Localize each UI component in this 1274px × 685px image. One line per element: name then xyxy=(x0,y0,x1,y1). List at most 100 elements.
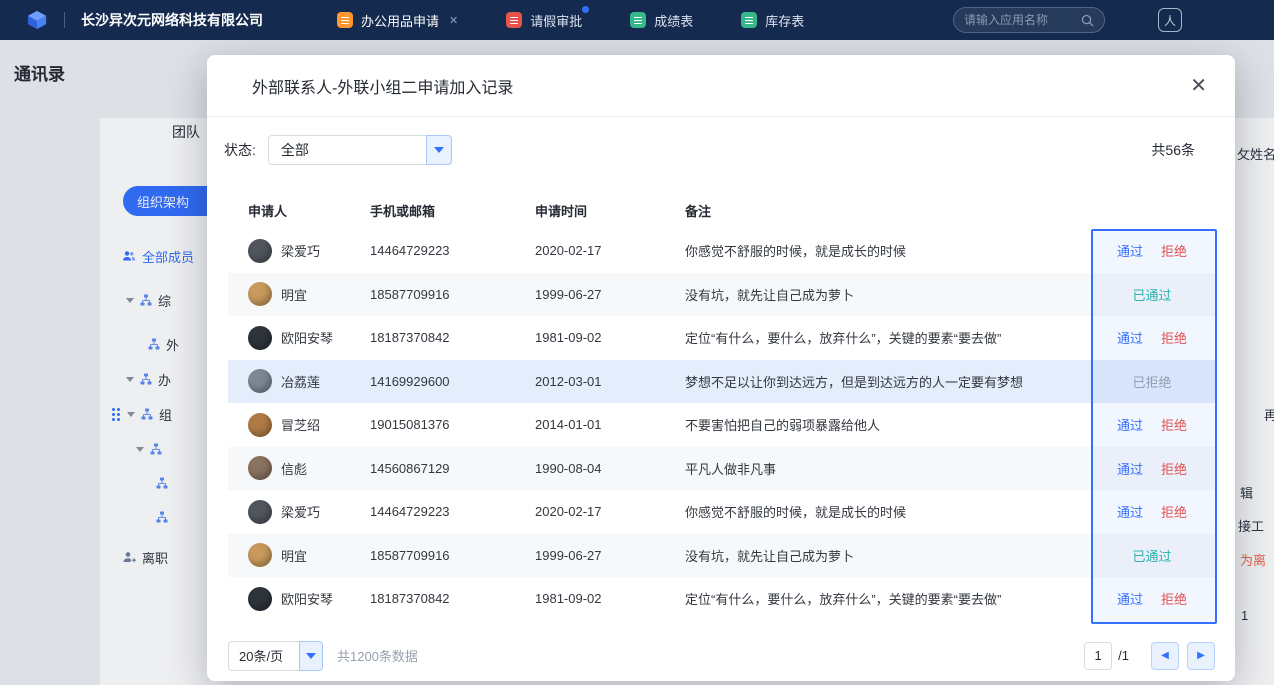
applicant-name: 欧阳安琴 xyxy=(281,589,333,608)
status-rejected: 已拒绝 xyxy=(1132,372,1171,391)
topbar-divider xyxy=(64,12,65,28)
applicant-name: 欧阳安琴 xyxy=(281,328,333,347)
status-filter-row: 状态: 全部 共56条 xyxy=(224,135,1195,165)
company-name: 长沙异次元网络科技有限公司 xyxy=(81,10,263,30)
remark: 没有坑，就先让自己成为萝卜 xyxy=(685,546,1089,565)
avatar xyxy=(248,587,272,611)
page-number-input[interactable]: 1 xyxy=(1084,642,1112,670)
score-sheet-icon xyxy=(630,12,646,28)
approve-link[interactable]: 通过 xyxy=(1117,415,1143,434)
apply-records-modal: 外部联系人-外联小组二申请加入记录 ✕ 状态: 全部 共56条 申请人 手机或邮… xyxy=(207,55,1235,681)
modal-footer: 20条/页 共1200条数据 1 /1 ◀ ▶ xyxy=(228,641,1215,671)
status-approved: 已通过 xyxy=(1132,285,1171,304)
tab-close-icon[interactable]: ✕ xyxy=(449,14,458,27)
tab-inventory-sheet[interactable]: 库存表 xyxy=(741,11,804,30)
close-icon[interactable]: ✕ xyxy=(1190,76,1207,96)
reject-link[interactable]: 拒绝 xyxy=(1161,502,1187,521)
tab-label: 办公用品申请 xyxy=(361,11,439,30)
avatar xyxy=(248,456,272,480)
tab-label: 请假审批 xyxy=(530,11,582,30)
approve-link[interactable]: 通过 xyxy=(1117,241,1143,260)
next-page-button[interactable]: ▶ xyxy=(1187,642,1215,670)
phone: 14169929600 xyxy=(370,374,535,389)
avatar xyxy=(248,500,272,524)
avatar xyxy=(248,326,272,350)
applicant-name: 信彪 xyxy=(281,459,307,478)
apply-date: 1999-06-27 xyxy=(535,287,685,302)
reject-link[interactable]: 拒绝 xyxy=(1161,459,1187,478)
reject-link[interactable]: 拒绝 xyxy=(1161,415,1187,434)
remark: 定位“有什么，要什么，放弃什么”，关键的要素“要去做” xyxy=(685,589,1089,608)
phone: 18587709916 xyxy=(370,548,535,563)
approve-link[interactable]: 通过 xyxy=(1117,459,1143,478)
apply-date: 1981-09-02 xyxy=(535,591,685,606)
reject-link[interactable]: 拒绝 xyxy=(1161,241,1187,260)
col-header-applicant: 申请人 xyxy=(248,201,370,220)
applicant-name: 明宜 xyxy=(281,285,307,304)
applicant-name: 冒芝绍 xyxy=(281,415,320,434)
app-search-input[interactable] xyxy=(964,13,1081,27)
status-approved: 已通过 xyxy=(1132,546,1171,565)
total-data-count: 共1200条数据 xyxy=(337,646,418,665)
apply-date: 2014-01-01 xyxy=(535,417,685,432)
table-header-row: 申请人 手机或邮箱 申请时间 备注 xyxy=(228,191,1215,229)
phone: 18587709916 xyxy=(370,287,535,302)
remark: 没有坑，就先让自己成为萝卜 xyxy=(685,285,1089,304)
status-select-caret[interactable] xyxy=(426,135,452,165)
avatar xyxy=(248,543,272,567)
page-size-value[interactable]: 20条/页 xyxy=(228,641,299,671)
leave-approval-doc-icon xyxy=(506,12,522,28)
tab-score-sheet[interactable]: 成绩表 xyxy=(630,11,693,30)
phone: 14464729223 xyxy=(370,243,535,258)
phone: 19015081376 xyxy=(370,417,535,432)
caret-down-icon xyxy=(434,147,444,153)
table-row: 信彪 14560867129 1990-08-04 平凡人做非凡事 通过拒绝 xyxy=(228,447,1215,491)
tab-leave-approval[interactable]: 请假审批 xyxy=(506,11,582,30)
table-row: 明宜 18587709916 1999-06-27 没有坑，就先让自己成为萝卜 … xyxy=(228,534,1215,578)
notification-badge xyxy=(580,4,591,15)
col-header-phone: 手机或邮箱 xyxy=(370,201,535,220)
remark: 你感觉不舒服的时候，就是成长的时候 xyxy=(685,502,1089,521)
phone: 14464729223 xyxy=(370,504,535,519)
status-select[interactable]: 全部 xyxy=(268,135,452,165)
record-count: 共56条 xyxy=(1151,140,1195,160)
avatar xyxy=(248,369,272,393)
table-row: 欧阳安琴 18187370842 1981-09-02 定位“有什么，要什么，放… xyxy=(228,316,1215,360)
approve-link[interactable]: 通过 xyxy=(1117,502,1143,521)
reject-link[interactable]: 拒绝 xyxy=(1161,589,1187,608)
table-row: 明宜 18587709916 1999-06-27 没有坑，就先让自己成为萝卜 … xyxy=(228,273,1215,317)
col-header-date: 申请时间 xyxy=(535,201,685,220)
prev-page-icon: ◀ xyxy=(1161,650,1169,661)
avatar xyxy=(248,239,272,263)
table-row: 梁爱巧 14464729223 2020-02-17 你感觉不舒服的时候，就是成… xyxy=(228,229,1215,273)
app-logo-icon xyxy=(26,9,48,31)
tab-office-supplies[interactable]: 办公用品申请 ✕ xyxy=(337,11,458,30)
search-icon xyxy=(1081,14,1094,27)
app-tabs: 办公用品申请 ✕ 请假审批 成绩表 库存表 xyxy=(337,11,804,30)
approve-link[interactable]: 通过 xyxy=(1117,589,1143,608)
page-size-select[interactable]: 20条/页 xyxy=(228,641,323,671)
phone: 18187370842 xyxy=(370,591,535,606)
applicant-name: 冶荔莲 xyxy=(281,372,320,391)
total-pages-label: /1 xyxy=(1118,648,1129,663)
table-row: 欧阳安琴 18187370842 1981-09-02 定位“有什么，要什么，放… xyxy=(228,577,1215,621)
topbar: 长沙异次元网络科技有限公司 办公用品申请 ✕ 请假审批 成绩表 库存表 人 xyxy=(0,0,1274,40)
apply-date: 2020-02-17 xyxy=(535,504,685,519)
tab-label: 成绩表 xyxy=(654,11,693,30)
status-select-value[interactable]: 全部 xyxy=(268,135,426,165)
table-body: 梁爱巧 14464729223 2020-02-17 你感觉不舒服的时候，就是成… xyxy=(228,229,1215,621)
approve-link[interactable]: 通过 xyxy=(1117,328,1143,347)
caret-down-icon xyxy=(306,653,316,659)
phone: 18187370842 xyxy=(370,330,535,345)
workbench-icon[interactable]: 人 xyxy=(1158,8,1182,32)
pagination-controls: 1 /1 ◀ ▶ xyxy=(1084,642,1215,670)
table-row-highlighted: 冶荔莲 14169929600 2012-03-01 梦想不足以让你到达远方，但… xyxy=(228,360,1215,404)
page-size-caret[interactable] xyxy=(299,641,323,671)
prev-page-button[interactable]: ◀ xyxy=(1151,642,1179,670)
col-header-remark: 备注 xyxy=(685,201,1089,220)
reject-link[interactable]: 拒绝 xyxy=(1161,328,1187,347)
apply-date: 2012-03-01 xyxy=(535,374,685,389)
applicant-name: 梁爱巧 xyxy=(281,502,320,521)
apply-date: 1981-09-02 xyxy=(535,330,685,345)
apply-date: 1999-06-27 xyxy=(535,548,685,563)
